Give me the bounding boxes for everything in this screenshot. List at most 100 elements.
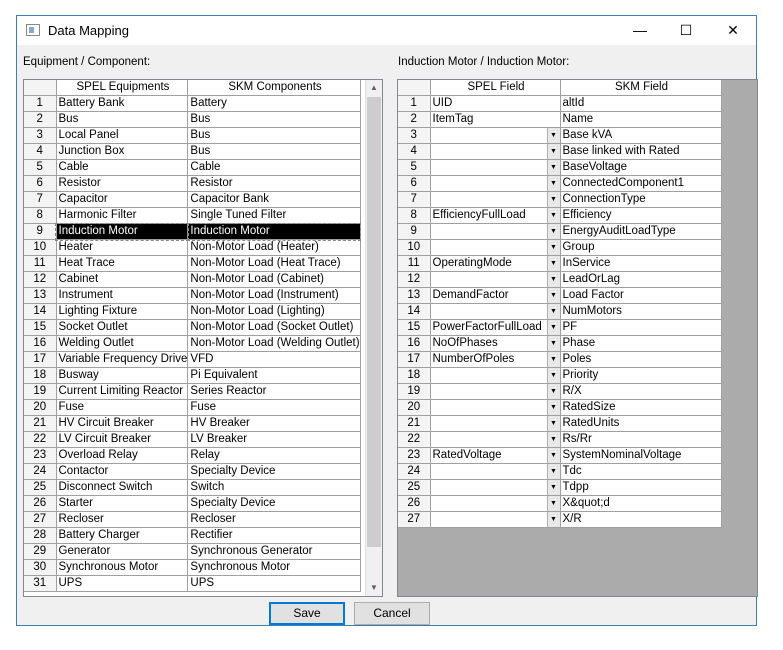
save-button[interactable]: Save [269,602,345,625]
spel-field-select[interactable]: UID [430,95,561,112]
dropdown-arrow-icon[interactable]: ▼ [546,160,559,175]
spel-field-select[interactable]: ▼ [430,463,561,480]
spel-field-select[interactable]: ▼ [430,399,561,416]
dropdown-arrow-icon[interactable]: ▼ [546,288,559,303]
spel-equipment-cell[interactable]: LV Circuit Breaker [56,431,189,448]
equipment-row[interactable]: 12 Cabinet Non-Motor Load (Cabinet) [24,271,361,288]
equipment-row[interactable]: 15 Socket Outlet Non-Motor Load (Socket Ou… [24,319,361,336]
maximize-button[interactable]: ☐ [663,16,709,45]
skm-component-cell[interactable]: Synchronous Generator [187,543,361,560]
spel-field-select[interactable]: ▼ [430,175,561,192]
equipment-row[interactable]: 14 Lighting Fixture Non-Motor Load (Lighti… [24,303,361,320]
equipment-row[interactable]: 5 Cable Cable [24,159,361,176]
field-row[interactable]: 1 UID altId [398,95,722,112]
equipment-row[interactable]: 26 Starter Specialty Device [24,495,361,512]
spel-equipment-cell[interactable]: Synchronous Motor [56,559,189,576]
skm-component-cell[interactable]: Synchronous Motor [187,559,361,576]
equipment-row[interactable]: 8 Harmonic Filter Single Tuned Filter [24,207,361,224]
spel-field-select[interactable]: EfficiencyFullLoad ▼ [430,207,561,224]
equipment-row[interactable]: 3 Local Panel Bus [24,127,361,144]
dropdown-arrow-icon[interactable]: ▼ [546,336,559,351]
equipment-row[interactable]: 10 Heater Non-Motor Load (Heater) [24,239,361,256]
skm-component-cell[interactable]: UPS [187,575,361,592]
skm-field-header[interactable]: SKM Field [560,80,722,96]
skm-component-cell[interactable]: Non-Motor Load (Socket Outlet) [187,319,361,336]
field-row[interactable]: 20 ▼ RatedSize [398,399,722,416]
skm-component-cell[interactable]: VFD [187,351,361,368]
spel-equipment-cell[interactable]: Instrument [56,287,189,304]
equipment-row[interactable]: 2 Bus Bus [24,111,361,128]
skm-component-cell[interactable]: Bus [187,127,361,144]
spel-field-select[interactable]: NumberOfPoles ▼ [430,351,561,368]
spel-equipment-cell[interactable]: Resistor [56,175,189,192]
dropdown-arrow-icon[interactable]: ▼ [546,416,559,431]
field-row[interactable]: 16 NoOfPhases ▼ Phase [398,335,722,352]
spel-equipment-cell[interactable]: Harmonic Filter [56,207,189,224]
equipment-row[interactable]: 23 Overload Relay Relay [24,447,361,464]
field-row[interactable]: 9 ▼ EnergyAuditLoadType [398,223,722,240]
dropdown-arrow-icon[interactable]: ▼ [546,496,559,511]
spel-field-select[interactable]: ▼ [430,415,561,432]
equipment-row[interactable]: 29 Generator Synchronous Generator [24,543,361,560]
field-row[interactable]: 23 RatedVoltage ▼ SystemNominalVoltage [398,447,722,464]
dropdown-arrow-icon[interactable]: ▼ [546,464,559,479]
skm-component-cell[interactable]: Series Reactor [187,383,361,400]
spel-field-select[interactable]: ▼ [430,159,561,176]
scroll-down-icon[interactable]: ▼ [366,580,382,596]
field-row[interactable]: 6 ▼ ConnectedComponent1 [398,175,722,192]
spel-field-select[interactable]: ▼ [430,367,561,384]
skm-component-cell[interactable]: Specialty Device [187,495,361,512]
skm-component-cell[interactable]: Capacitor Bank [187,191,361,208]
skm-component-cell[interactable]: Cable [187,159,361,176]
spel-equipment-cell[interactable]: Lighting Fixture [56,303,189,320]
spel-field-select[interactable]: ▼ [430,143,561,160]
equipment-row[interactable]: 11 Heat Trace Non-Motor Load (Heat Trace) [24,255,361,272]
field-row[interactable]: 26 ▼ X&quot;d [398,495,722,512]
spel-field-select[interactable]: ▼ [430,495,561,512]
field-row[interactable]: 5 ▼ BaseVoltage [398,159,722,176]
spel-equipment-cell[interactable]: Fuse [56,399,189,416]
spel-equipment-cell[interactable]: Heat Trace [56,255,189,272]
equipment-row[interactable]: 6 Resistor Resistor [24,175,361,192]
spel-equipment-cell[interactable]: Recloser [56,511,189,528]
skm-component-cell[interactable]: Relay [187,447,361,464]
equipment-row[interactable]: 16 Welding Outlet Non-Motor Load (Welding … [24,335,361,352]
spel-equipment-cell[interactable]: Induction Motor [55,222,189,241]
spel-equipment-cell[interactable]: Battery Charger [56,527,189,544]
equipment-row[interactable]: 1 Battery Bank Battery [24,95,361,112]
equipment-row[interactable]: 22 LV Circuit Breaker LV Breaker [24,431,361,448]
spel-equipment-cell[interactable]: Starter [56,495,189,512]
dropdown-arrow-icon[interactable]: ▼ [546,256,559,271]
skm-component-cell[interactable]: Rectifier [187,527,361,544]
spel-equipment-cell[interactable]: Disconnect Switch [56,479,189,496]
dropdown-arrow-icon[interactable]: ▼ [546,512,559,527]
field-row[interactable]: 14 ▼ NumMotors [398,303,722,320]
dropdown-arrow-icon[interactable]: ▼ [546,272,559,287]
skm-component-cell[interactable]: Non-Motor Load (Instrument) [187,287,361,304]
dropdown-arrow-icon[interactable]: ▼ [546,320,559,335]
equipment-row[interactable]: 13 Instrument Non-Motor Load (Instrument) [24,287,361,304]
scroll-thumb[interactable] [367,97,381,547]
field-row[interactable]: 3 ▼ Base kVA [398,127,722,144]
skm-component-cell[interactable]: Bus [187,111,361,128]
skm-component-cell[interactable]: Specialty Device [187,463,361,480]
skm-component-cell[interactable]: Non-Motor Load (Cabinet) [187,271,361,288]
spel-field-select[interactable]: PowerFactorFullLoad ▼ [430,319,561,336]
spel-field-select[interactable]: ▼ [430,303,561,320]
spel-equipment-cell[interactable]: Current Limiting Reactor [56,383,189,400]
field-row[interactable]: 7 ▼ ConnectionType [398,191,722,208]
spel-equipment-cell[interactable]: Busway [56,367,189,384]
dropdown-arrow-icon[interactable]: ▼ [546,368,559,383]
dropdown-arrow-icon[interactable]: ▼ [546,400,559,415]
skm-component-cell[interactable]: Non-Motor Load (Heat Trace) [187,255,361,272]
dropdown-arrow-icon[interactable]: ▼ [546,384,559,399]
field-row[interactable]: 15 PowerFactorFullLoad ▼ PF [398,319,722,336]
skm-component-cell[interactable]: Pi Equivalent [187,367,361,384]
spel-field-select[interactable]: ▼ [430,191,561,208]
skm-components-header[interactable]: SKM Components [187,80,361,96]
spel-equipment-cell[interactable]: UPS [56,575,189,592]
close-button[interactable]: ✕ [710,16,756,45]
field-row[interactable]: 24 ▼ Tdc [398,463,722,480]
minimize-button[interactable]: — [617,16,663,45]
skm-component-cell[interactable]: Fuse [187,399,361,416]
